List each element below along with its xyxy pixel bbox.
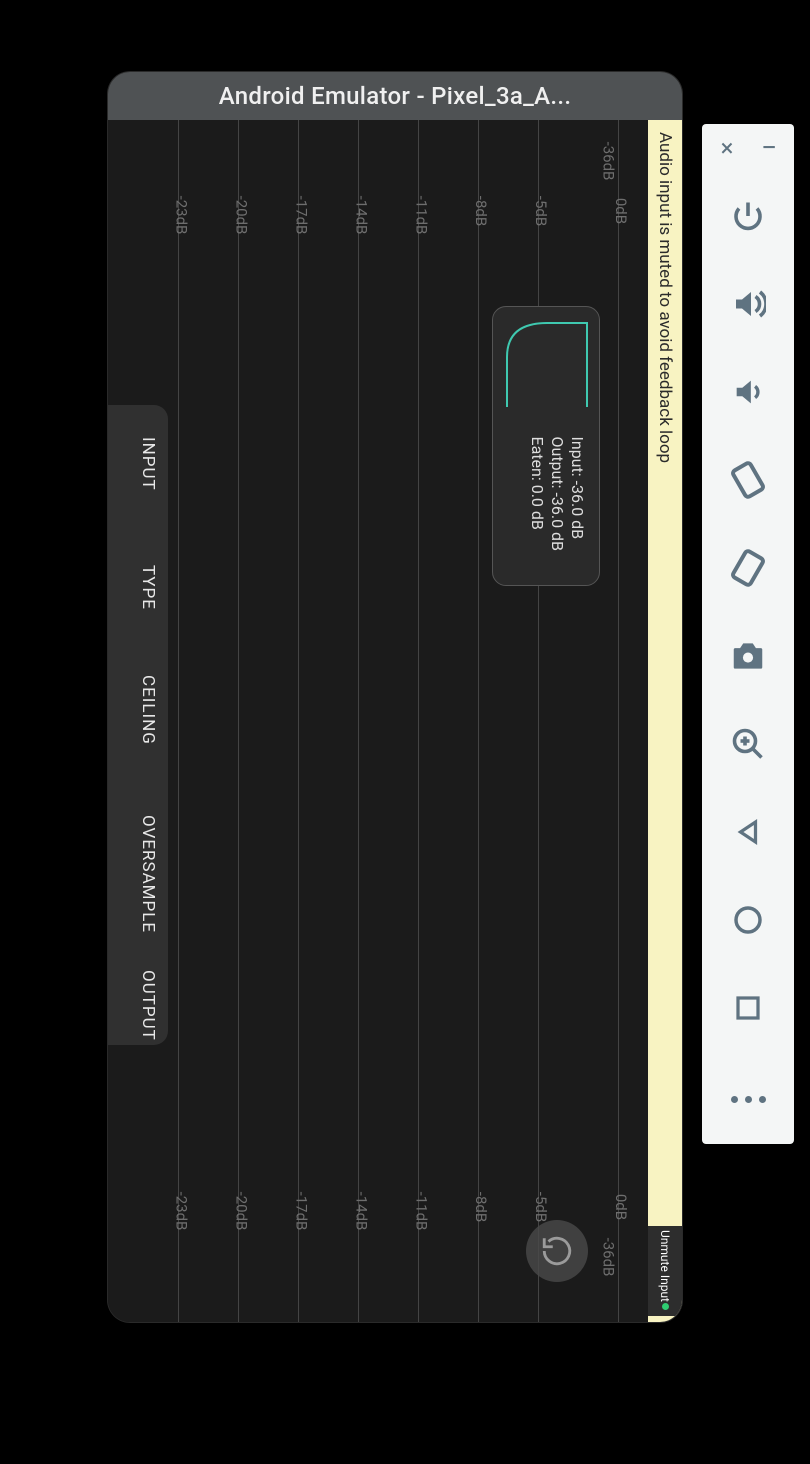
db-minus36: -36dB <box>600 1238 618 1277</box>
db-tick: -8dB <box>472 196 490 226</box>
db-tick: -14dB <box>352 196 370 235</box>
volume-up-button[interactable] <box>724 280 772 328</box>
emulator-side-toolbar: × − <box>702 124 794 1144</box>
power-button[interactable] <box>724 192 772 240</box>
minimize-button[interactable]: − <box>759 138 779 158</box>
overview-button[interactable] <box>724 984 772 1032</box>
unmute-input-button[interactable]: Unmute Input <box>648 1226 682 1316</box>
control-type[interactable]: TYPE <box>138 565 158 610</box>
db-tick: -8dB <box>472 1192 490 1222</box>
rotate-left-icon <box>728 460 768 500</box>
db-tick: -20dB <box>232 196 250 235</box>
home-button[interactable] <box>724 896 772 944</box>
volume-up-icon <box>730 286 766 322</box>
db-tick: -17dB <box>292 1192 310 1231</box>
db-tick: -11dB <box>412 196 430 235</box>
close-button[interactable]: × <box>717 138 737 158</box>
unmute-indicator-dot <box>662 1303 669 1310</box>
db-tick: 0dB <box>612 198 630 224</box>
overview-square-icon <box>733 993 763 1023</box>
control-strip: INPUT TYPE CEILING OVERSAMPLE OUTPUT <box>108 405 168 1045</box>
back-icon <box>733 817 763 847</box>
db-tick: -5dB <box>532 1192 550 1222</box>
control-oversample[interactable]: OVERSAMPLE <box>138 815 158 933</box>
db-tick: -20dB <box>232 1192 250 1231</box>
refresh-icon <box>540 1234 574 1268</box>
emulator-titlebar[interactable]: Android Emulator - Pixel_3a_A... <box>108 72 682 120</box>
home-circle-icon <box>732 904 764 936</box>
db-tick: -23dB <box>172 1192 190 1231</box>
zoom-in-icon <box>730 726 766 762</box>
window-title: Android Emulator - Pixel_3a_A... <box>219 82 572 110</box>
readout-tooltip: Input: -36.0 dB Output: -36.0 dB Eaten: … <box>492 306 600 586</box>
mini-waveform-icon <box>503 317 591 411</box>
audio-muted-text: Audio input is muted to avoid feedback l… <box>655 132 675 463</box>
control-output[interactable]: OUTPUT <box>138 970 158 1041</box>
db-tick: 0dB <box>612 1194 630 1220</box>
control-ceiling[interactable]: CEILING <box>138 675 158 745</box>
unmute-label: Unmute Input <box>658 1230 672 1302</box>
rotate-right-icon <box>728 548 768 588</box>
emulator-window: Android Emulator - Pixel_3a_A... Audio i… <box>108 72 682 1322</box>
rotate-right-button[interactable] <box>724 544 772 592</box>
db-tick: -11dB <box>412 1192 430 1231</box>
emulator-screen: Audio input is muted to avoid feedback l… <box>108 120 682 1322</box>
volume-down-icon <box>731 375 765 409</box>
volume-down-button[interactable] <box>724 368 772 416</box>
more-button[interactable] <box>728 1076 768 1116</box>
db-minus36: -36dB <box>600 142 618 181</box>
more-dots-icon <box>731 1096 766 1103</box>
rotate-left-button[interactable] <box>724 456 772 504</box>
reset-button[interactable] <box>526 1220 588 1282</box>
tooltip-output: Output: -36.0 dB <box>548 437 567 552</box>
audio-muted-banner: Audio input is muted to avoid feedback l… <box>648 120 682 1322</box>
tooltip-input: Input: -36.0 dB <box>568 437 587 540</box>
power-icon <box>730 198 766 234</box>
back-button[interactable] <box>724 808 772 856</box>
db-tick: -14dB <box>352 1192 370 1231</box>
db-tick: -23dB <box>172 196 190 235</box>
db-tick: -17dB <box>292 196 310 235</box>
db-tick: -5dB <box>532 196 550 226</box>
control-input[interactable]: INPUT <box>138 437 158 491</box>
tooltip-eaten: Eaten: 0.0 dB <box>528 437 547 530</box>
camera-icon <box>729 637 767 675</box>
screenshot-button[interactable] <box>724 632 772 680</box>
compressor-graph[interactable]: 0dB -5dB -8dB -11dB -14dB -17dB -20dB -2… <box>108 120 648 1322</box>
zoom-button[interactable] <box>724 720 772 768</box>
